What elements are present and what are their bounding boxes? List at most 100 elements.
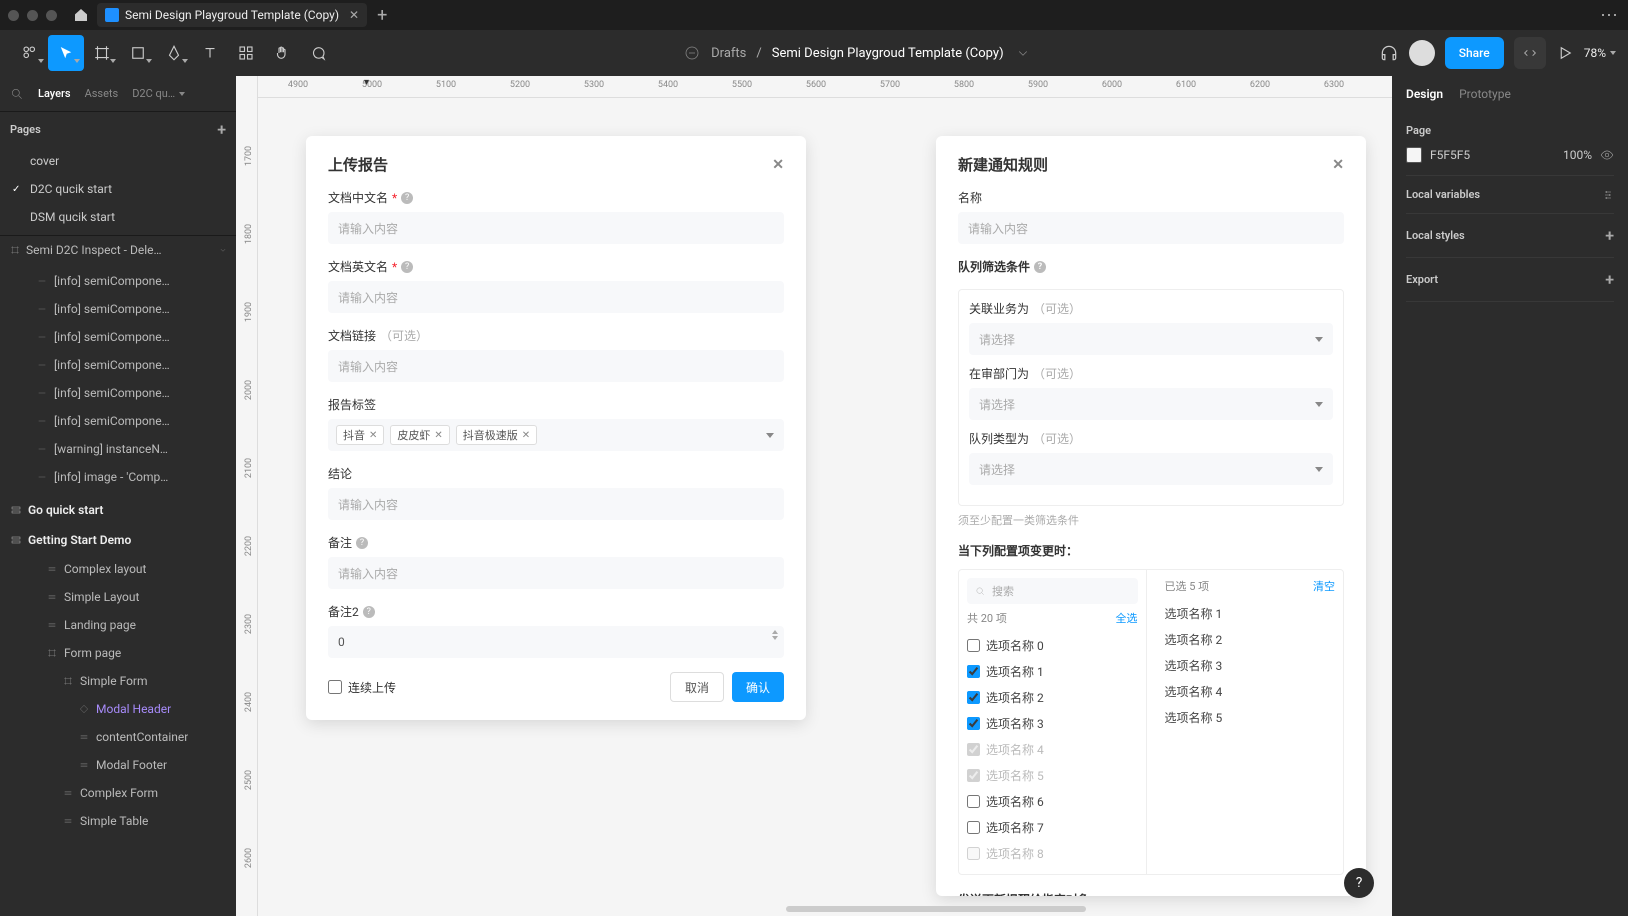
- pen-tool[interactable]: [156, 35, 192, 71]
- add-page-button[interactable]: +: [217, 120, 226, 139]
- add-style-button[interactable]: +: [1605, 226, 1614, 245]
- cn-name-input[interactable]: 请输入内容: [328, 212, 784, 244]
- canvas[interactable]: 1700180019002000210022002300240025002600…: [236, 76, 1392, 916]
- filter-select[interactable]: 请选择: [969, 453, 1333, 485]
- layer-row[interactable]: contentContainer: [0, 723, 236, 751]
- resources-tool[interactable]: [228, 35, 264, 71]
- layer-row[interactable]: Complex layout: [0, 555, 236, 583]
- drafts-link[interactable]: Drafts: [711, 46, 746, 61]
- present-icon[interactable]: [1556, 44, 1574, 62]
- headphones-icon[interactable]: [1379, 43, 1399, 63]
- transfer-selected-item[interactable]: 选项名称 1: [1165, 600, 1336, 626]
- new-tab-button[interactable]: +: [377, 5, 387, 26]
- inspect-frame[interactable]: Semi D2C Inspect - Dele…: [26, 243, 162, 257]
- design-tab[interactable]: Design: [1406, 87, 1443, 101]
- layer-row[interactable]: Simple Table: [0, 807, 236, 835]
- transfer-selected-item[interactable]: 选项名称 2: [1165, 626, 1336, 652]
- transfer-item[interactable]: 选项名称 3: [967, 710, 1138, 736]
- page-item[interactable]: cover: [0, 147, 236, 175]
- layer-row[interactable]: [info] semiCompone…: [0, 351, 236, 379]
- avatar[interactable]: [1409, 40, 1435, 66]
- remark2-number-input[interactable]: 0: [328, 626, 784, 658]
- page-item[interactable]: D2C qucik start: [0, 175, 236, 203]
- doc-name[interactable]: Semi Design Playgroud Template (Copy): [772, 46, 1004, 61]
- min-dot[interactable]: [27, 10, 38, 21]
- page-fill-pct[interactable]: 100%: [1563, 148, 1592, 162]
- close-icon[interactable]: ✕: [349, 8, 359, 22]
- layer-row[interactable]: [warning] instanceN…: [0, 435, 236, 463]
- transfer-item[interactable]: 选项名称 6: [967, 788, 1138, 814]
- tag[interactable]: 皮皮虾 ✕: [390, 425, 449, 445]
- transfer-selected-item[interactable]: 选项名称 4: [1165, 678, 1336, 704]
- remark-input[interactable]: 请输入内容: [328, 557, 784, 589]
- page-dropdown[interactable]: D2C qu…: [132, 87, 185, 100]
- remove-tag-icon[interactable]: ✕: [369, 430, 377, 441]
- filter-select[interactable]: 请选择: [969, 323, 1333, 355]
- prototype-tab[interactable]: Prototype: [1459, 87, 1511, 101]
- eye-icon[interactable]: [1600, 148, 1614, 162]
- close-dot[interactable]: [8, 10, 19, 21]
- layer-row[interactable]: Landing page: [0, 611, 236, 639]
- help-icon[interactable]: ?: [363, 606, 375, 618]
- layer-row[interactable]: [info] semiCompone…: [0, 295, 236, 323]
- help-icon[interactable]: ?: [1034, 261, 1046, 273]
- en-name-input[interactable]: 请输入内容: [328, 281, 784, 313]
- text-tool[interactable]: [192, 35, 228, 71]
- continuous-checkbox[interactable]: 连续上传: [328, 679, 396, 696]
- link-input[interactable]: 请输入内容: [328, 350, 784, 382]
- transfer-selected-item[interactable]: 选项名称 5: [1165, 704, 1336, 730]
- close-icon[interactable]: ✕: [1332, 157, 1344, 173]
- layers-tab[interactable]: Layers: [38, 87, 71, 100]
- frame-tool[interactable]: [84, 35, 120, 71]
- layer-row[interactable]: [info] semiCompone…: [0, 323, 236, 351]
- remove-tag-icon[interactable]: ✕: [522, 430, 530, 441]
- help-icon[interactable]: ?: [401, 192, 413, 204]
- help-fab[interactable]: ?: [1344, 868, 1374, 898]
- transfer-item[interactable]: 选项名称 7: [967, 814, 1138, 840]
- transfer-search[interactable]: 搜索: [967, 578, 1138, 604]
- layer-row[interactable]: [info] semiCompone…: [0, 407, 236, 435]
- settings-icon[interactable]: [1602, 189, 1614, 201]
- horizontal-scrollbar[interactable]: [786, 906, 1086, 912]
- document-tab[interactable]: Semi Design Playgroud Template (Copy) ✕: [97, 3, 367, 27]
- layer-row[interactable]: Simple Form: [0, 667, 236, 695]
- devmode-toggle[interactable]: [1514, 37, 1546, 69]
- select-all-link[interactable]: 全选: [1116, 610, 1138, 626]
- chevron-down-icon[interactable]: [1014, 44, 1032, 62]
- hand-tool[interactable]: [264, 35, 300, 71]
- home-icon[interactable]: [69, 3, 93, 27]
- layer-row[interactable]: Form page: [0, 639, 236, 667]
- getting-start-section[interactable]: Getting Start Demo: [0, 525, 236, 555]
- close-icon[interactable]: ✕: [772, 157, 784, 173]
- remove-tag-icon[interactable]: ✕: [434, 430, 442, 441]
- transfer-item[interactable]: 选项名称 2: [967, 684, 1138, 710]
- filter-select[interactable]: 请选择: [969, 388, 1333, 420]
- page-fill-hex[interactable]: F5F5F5: [1430, 148, 1470, 162]
- page-item[interactable]: DSM qucik start: [0, 203, 236, 231]
- layer-row[interactable]: [info] image - 'Comp…: [0, 463, 236, 491]
- tag[interactable]: 抖音 ✕: [336, 425, 384, 445]
- share-button[interactable]: Share: [1445, 37, 1504, 69]
- help-icon[interactable]: ?: [356, 537, 368, 549]
- clear-link[interactable]: 清空: [1313, 578, 1335, 594]
- transfer-item[interactable]: 选项名称 1: [967, 658, 1138, 684]
- tag[interactable]: 抖音极速版 ✕: [456, 425, 537, 445]
- shape-tool[interactable]: [120, 35, 156, 71]
- confirm-button[interactable]: 确认: [732, 672, 784, 702]
- layer-row[interactable]: Simple Layout: [0, 583, 236, 611]
- cancel-button[interactable]: 取消: [670, 672, 724, 702]
- tags-select[interactable]: 抖音 ✕ 皮皮虾 ✕ 抖音极速版 ✕: [328, 419, 784, 451]
- page-fill-swatch[interactable]: [1406, 147, 1422, 163]
- assets-tab[interactable]: Assets: [85, 87, 119, 100]
- help-icon[interactable]: ?: [401, 261, 413, 273]
- transfer-selected-item[interactable]: 选项名称 3: [1165, 652, 1336, 678]
- zoom-level[interactable]: 78%: [1584, 46, 1616, 60]
- comment-tool[interactable]: [300, 35, 336, 71]
- layer-row[interactable]: Modal Footer: [0, 751, 236, 779]
- layer-row[interactable]: Complex Form: [0, 779, 236, 807]
- overflow-menu-icon[interactable]: ⋯: [1600, 5, 1620, 26]
- search-icon[interactable]: [10, 87, 24, 101]
- layer-row[interactable]: Modal Header: [0, 695, 236, 723]
- figma-menu[interactable]: [12, 35, 48, 71]
- move-tool[interactable]: [48, 35, 84, 71]
